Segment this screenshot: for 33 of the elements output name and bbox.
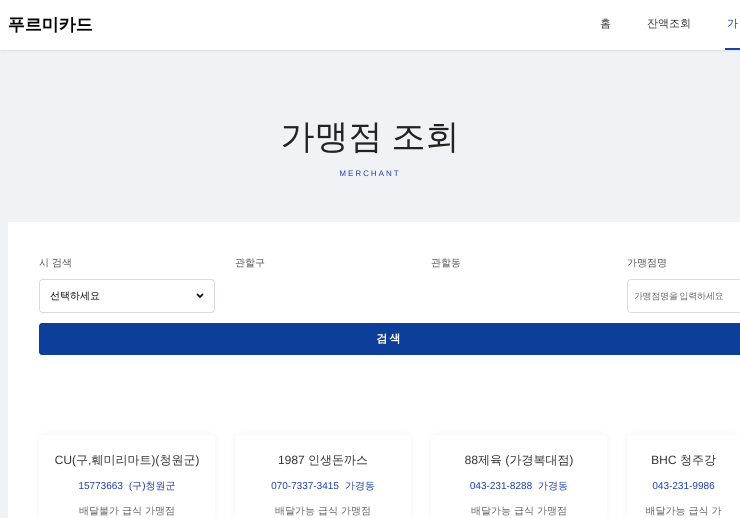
brand-logo[interactable]: 푸르미카드	[8, 12, 93, 38]
merchant-phone: 043-231-9986	[652, 480, 715, 494]
merchant-card[interactable]: BHC 청주강 043-231-9986 배달가능 급식 가	[627, 435, 740, 518]
merchant-info: 배달가능 급식 가맹점	[471, 505, 567, 518]
merchant-phone: 15773663	[78, 480, 123, 494]
merchant-area: 가경동	[344, 479, 375, 494]
page-subtitle: MERCHANT	[339, 168, 401, 180]
merchant-info: 배달가능 급식 가	[646, 505, 722, 518]
search-button[interactable]: 검색	[39, 323, 740, 355]
merchant-phone: 070-7337-3415	[271, 480, 339, 494]
merchant-area: 가경동	[538, 479, 568, 494]
merchant-area: (구)청원군	[128, 479, 176, 494]
field-label: 관할동	[431, 257, 462, 271]
merchant-name-input[interactable]: 가맹점명을 입력하세요	[627, 279, 740, 313]
page-title: 가맹점 조회	[280, 118, 460, 156]
field-label: 가맹점명	[627, 257, 668, 271]
nav-link[interactable]: 가	[725, 0, 740, 50]
merchant-card[interactable]: 88제육 (가경복대점) 043-231-8288 가경동 배달가능 급식 가맹점	[431, 435, 607, 518]
merchant-name: 1987 인생돈까스	[278, 452, 368, 469]
merchant-info: 배달불가 급식 가맹점	[79, 505, 175, 518]
nav-link[interactable]: 홈	[598, 0, 613, 50]
chevron-down-icon	[196, 293, 204, 299]
merchant-card[interactable]: CU(구,훼미리마트)(청원군) 15773663 (구)청원군 배달불가 급식 가맹점	[39, 435, 215, 518]
merchant-card[interactable]: 1987 인생돈까스 070-7337-3415 가경동 배달가능 급식 가맹점	[235, 435, 411, 518]
merchant-name: BHC 청주강	[651, 452, 716, 469]
merchant-name: CU(구,훼미리마트)(청원군)	[54, 452, 200, 469]
city-select[interactable]: 선택하세요	[39, 279, 215, 313]
field-label: 시 검색	[39, 257, 73, 271]
merchant-phone: 043-231-8288	[470, 480, 532, 494]
merchant-info: 배달가능 급식 가맹점	[275, 505, 371, 518]
merchant-name: 88제육 (가경복대점)	[464, 452, 574, 469]
field-label: 관할구	[235, 257, 266, 271]
nav-link[interactable]: 잔액조회	[645, 0, 693, 50]
